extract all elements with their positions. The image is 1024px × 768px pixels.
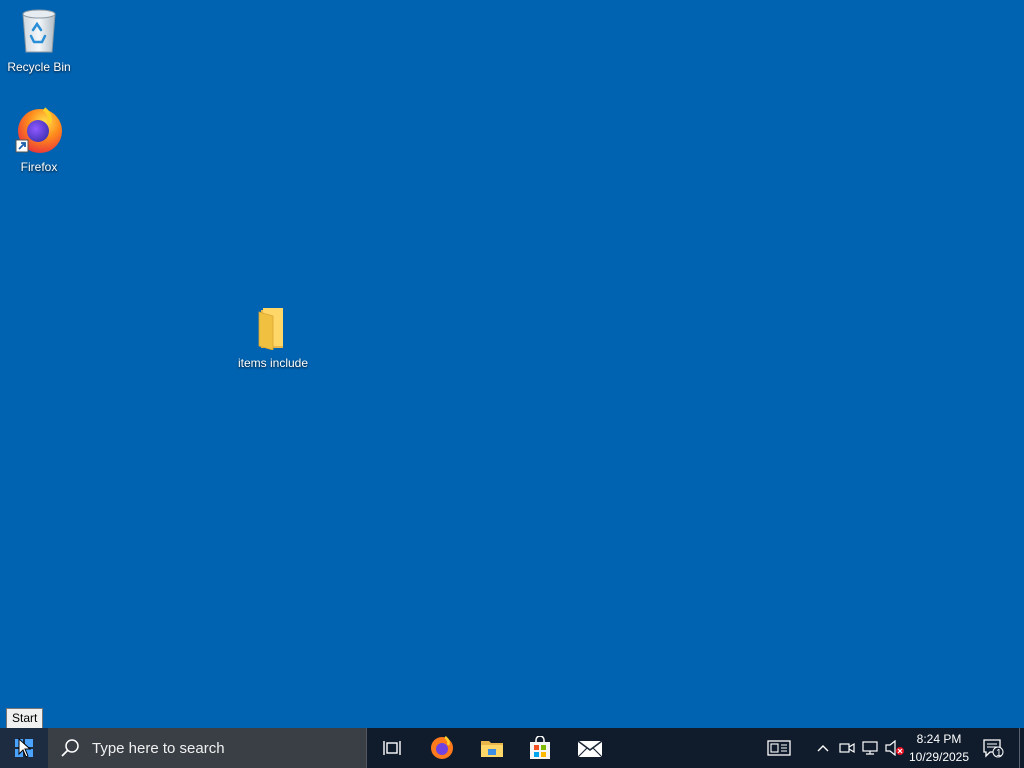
- clock-time: 8:24 PM: [916, 732, 962, 746]
- news-and-interests-button[interactable]: [762, 728, 796, 768]
- task-view-icon: [383, 741, 401, 755]
- search-input[interactable]: Type here to search: [48, 728, 367, 768]
- search-icon: [61, 739, 79, 757]
- firefox-icon: [15, 107, 62, 153]
- firefox-shortcut[interactable]: Firefox: [1, 104, 77, 174]
- folder-label: items include: [237, 356, 309, 370]
- network-icon: [862, 741, 878, 755]
- volume-muted-icon: [885, 740, 904, 756]
- show-hidden-icons-button[interactable]: [812, 728, 834, 768]
- recycle-bin-label: Recycle Bin: [7, 60, 71, 74]
- mouse-cursor-icon: [18, 738, 32, 758]
- folder-icon: [258, 308, 283, 351]
- taskbar-clock[interactable]: 8:24 PM 10/29/2025: [904, 730, 974, 766]
- recycle-bin-shortcut[interactable]: Recycle Bin: [1, 6, 77, 74]
- clock-date: 10/29/2025: [908, 750, 970, 764]
- taskbar: Type here to search 8:24 PM 10/29/2025 1: [0, 728, 1024, 768]
- chevron-up-icon: [817, 745, 829, 752]
- mail-icon: [577, 740, 603, 758]
- recycle-bin-icon: [22, 9, 56, 53]
- volume-button[interactable]: [884, 728, 906, 768]
- file-explorer-button[interactable]: [468, 728, 516, 768]
- meet-now-button[interactable]: [836, 728, 858, 768]
- network-button[interactable]: [860, 728, 882, 768]
- firefox-icon: [431, 736, 453, 759]
- file-explorer-icon: [481, 741, 503, 757]
- start-button[interactable]: [0, 728, 48, 768]
- microsoft-store-button[interactable]: [516, 728, 564, 768]
- folder-items-include[interactable]: items include: [232, 306, 314, 370]
- start-tooltip: Start: [6, 708, 44, 729]
- action-center-button[interactable]: 1: [978, 728, 1008, 768]
- taskbar-firefox-button[interactable]: [418, 728, 466, 768]
- show-desktop-button[interactable]: [1019, 728, 1024, 768]
- microsoft-store-icon: [530, 736, 550, 759]
- meet-now-icon: [839, 742, 855, 754]
- mail-button[interactable]: [566, 728, 614, 768]
- firefox-label: Firefox: [20, 160, 58, 174]
- news-and-interests-icon: [767, 740, 791, 756]
- search-placeholder: Type here to search: [92, 739, 225, 757]
- task-view-button[interactable]: [368, 728, 416, 768]
- notification-badge: 1: [996, 748, 1002, 759]
